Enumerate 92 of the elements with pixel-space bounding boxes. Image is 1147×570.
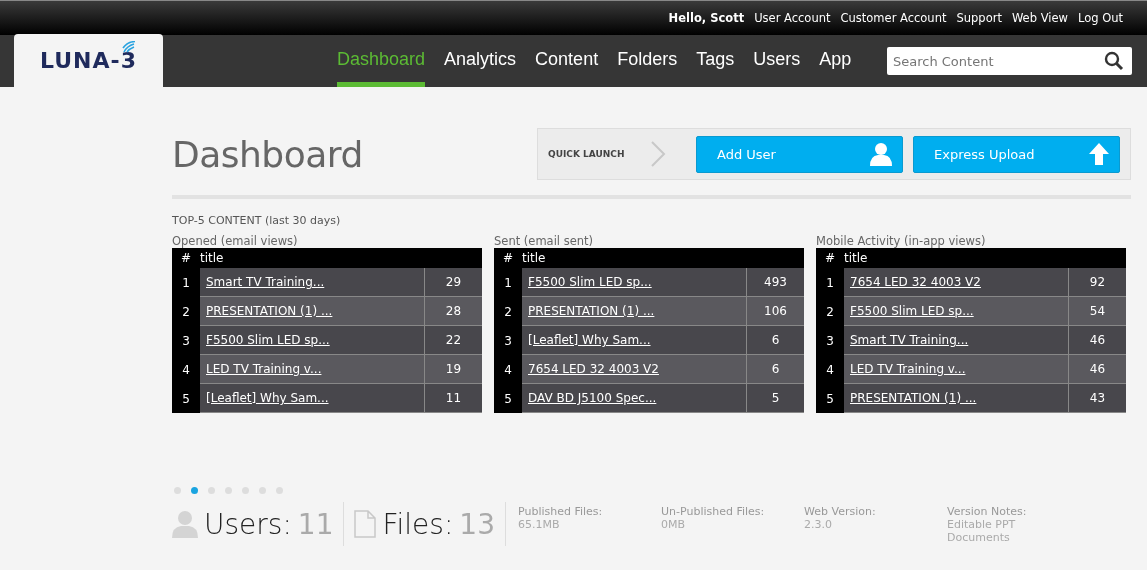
nav-tab[interactable]: Content bbox=[535, 35, 599, 87]
content-link[interactable]: F5500 Slim LED sp... bbox=[206, 333, 330, 347]
column-header: # bbox=[501, 251, 515, 265]
content-link[interactable]: PRESENTATION (1) ... bbox=[850, 391, 977, 405]
content-link[interactable]: Smart TV Training... bbox=[206, 275, 325, 289]
counter-label: Users: bbox=[204, 507, 292, 541]
column-header: title bbox=[844, 251, 868, 265]
account-link[interactable]: Customer Account bbox=[840, 11, 947, 25]
rank-cell: 5 bbox=[172, 384, 200, 413]
search-field[interactable]: Search Content bbox=[887, 47, 1132, 75]
user-icon bbox=[172, 510, 198, 538]
column-header: title bbox=[522, 251, 546, 265]
nav-tab[interactable]: Dashboard bbox=[337, 35, 426, 87]
rank-cell: 5 bbox=[494, 384, 522, 413]
content-link[interactable]: [Leaflet] Why Sam... bbox=[528, 333, 651, 347]
content-link[interactable]: 7654 LED 32 4003 V2 bbox=[850, 275, 981, 289]
count-cell-text: 29 bbox=[444, 274, 463, 291]
logo-tab[interactable]: LUNA-3 bbox=[14, 34, 163, 87]
rank-cell: 4 bbox=[816, 355, 844, 384]
content-link[interactable]: PRESENTATION (1) ... bbox=[528, 304, 655, 318]
count-cell-text: 22 bbox=[444, 332, 463, 349]
file-icon bbox=[354, 510, 377, 538]
stat-label: Un-Published Files: bbox=[661, 504, 766, 518]
column-header: # bbox=[179, 251, 193, 265]
counter-label: Files: bbox=[382, 507, 454, 541]
content-link[interactable]: F5500 Slim LED sp... bbox=[850, 304, 974, 318]
nav-tab[interactable]: Users bbox=[753, 35, 801, 87]
content-link[interactable]: [Leaflet] Why Sam... bbox=[206, 391, 329, 405]
chevron-icon bbox=[650, 140, 666, 168]
count-cell-text: 54 bbox=[1088, 303, 1107, 320]
count-cell-text: 28 bbox=[444, 303, 463, 320]
account-link[interactable]: Support bbox=[956, 11, 1002, 25]
rank-cell: 2 bbox=[816, 297, 844, 326]
column-header: title bbox=[200, 251, 224, 265]
upload-arrow-icon bbox=[1089, 143, 1109, 165]
user-icon bbox=[870, 142, 892, 166]
rank-cell: 3 bbox=[172, 326, 200, 355]
count-cell-text: 6 bbox=[770, 332, 781, 349]
counter-value: 13 bbox=[459, 507, 495, 541]
stat-value: Editable PPT Documents bbox=[947, 517, 1017, 544]
rank-cell: 1 bbox=[494, 268, 522, 297]
rank-cell: 5 bbox=[816, 384, 844, 413]
counter-value: 11 bbox=[297, 507, 334, 541]
section-label: TOP-5 CONTENT (last 30 days) bbox=[172, 214, 342, 227]
rank-cell: 4 bbox=[172, 355, 200, 384]
logo: LUNA-3 bbox=[40, 48, 137, 73]
count-cell-text: 19 bbox=[444, 361, 463, 378]
nav-tab[interactable]: Tags bbox=[696, 35, 735, 87]
content-link[interactable]: 7654 LED 32 4003 V2 bbox=[528, 362, 659, 376]
count-cell-text: 46 bbox=[1088, 361, 1107, 378]
count-cell-text: 46 bbox=[1088, 332, 1107, 349]
stat-label: Version Notes: bbox=[947, 504, 1027, 518]
count-cell-text: 5 bbox=[770, 390, 781, 407]
table-caption: Opened (email views) bbox=[172, 235, 299, 248]
content-link[interactable]: LED TV Training v... bbox=[850, 362, 966, 376]
greeting: Hello, Scott bbox=[668, 11, 745, 25]
content-link[interactable]: DAV BD J5100 Spec... bbox=[528, 391, 657, 405]
rank-cell: 3 bbox=[494, 326, 522, 355]
nav-tab[interactable]: App bbox=[819, 35, 852, 87]
rank-cell: 1 bbox=[172, 268, 200, 297]
account-link[interactable]: Log Out bbox=[1077, 11, 1123, 25]
count-cell-text: 92 bbox=[1088, 274, 1107, 291]
content-link[interactable]: Smart TV Training... bbox=[850, 333, 969, 347]
stat-value: 0MB bbox=[661, 517, 687, 531]
rank-cell: 2 bbox=[172, 297, 200, 326]
stat-value: 2.3.0 bbox=[804, 517, 833, 531]
count-cell-text: 493 bbox=[763, 274, 788, 291]
nav-tab[interactable]: Folders bbox=[617, 35, 678, 87]
count-cell-text: 106 bbox=[763, 303, 788, 320]
rank-cell: 3 bbox=[816, 326, 844, 355]
quick-launch-label: QUICK LAUNCH bbox=[548, 149, 626, 159]
stat-label: Web Version: bbox=[804, 504, 877, 518]
stat-label: Published Files: bbox=[518, 504, 604, 518]
content-link[interactable]: LED TV Training v... bbox=[206, 362, 322, 376]
page-title: Dashboard bbox=[172, 133, 363, 175]
rank-cell: 4 bbox=[494, 355, 522, 384]
count-cell-text: 11 bbox=[444, 390, 463, 407]
account-link[interactable]: Web View bbox=[1011, 11, 1068, 25]
rank-cell: 2 bbox=[494, 297, 522, 326]
count-cell-text: 6 bbox=[770, 361, 781, 378]
table-caption: Mobile Activity (in-app views) bbox=[816, 235, 987, 248]
content-link[interactable]: F5500 Slim LED sp... bbox=[528, 275, 652, 289]
table-caption: Sent (email sent) bbox=[494, 235, 595, 248]
pager-dot[interactable] bbox=[191, 487, 198, 494]
stat-value: 65.1MB bbox=[518, 517, 561, 531]
search-icon[interactable] bbox=[1104, 51, 1124, 71]
count-cell-text: 43 bbox=[1088, 390, 1107, 407]
nav-tab[interactable]: Analytics bbox=[444, 35, 517, 87]
rank-cell: 1 bbox=[816, 268, 844, 297]
account-link[interactable]: User Account bbox=[754, 11, 831, 25]
column-header: # bbox=[823, 251, 837, 265]
content-link[interactable]: PRESENTATION (1) ... bbox=[206, 304, 333, 318]
